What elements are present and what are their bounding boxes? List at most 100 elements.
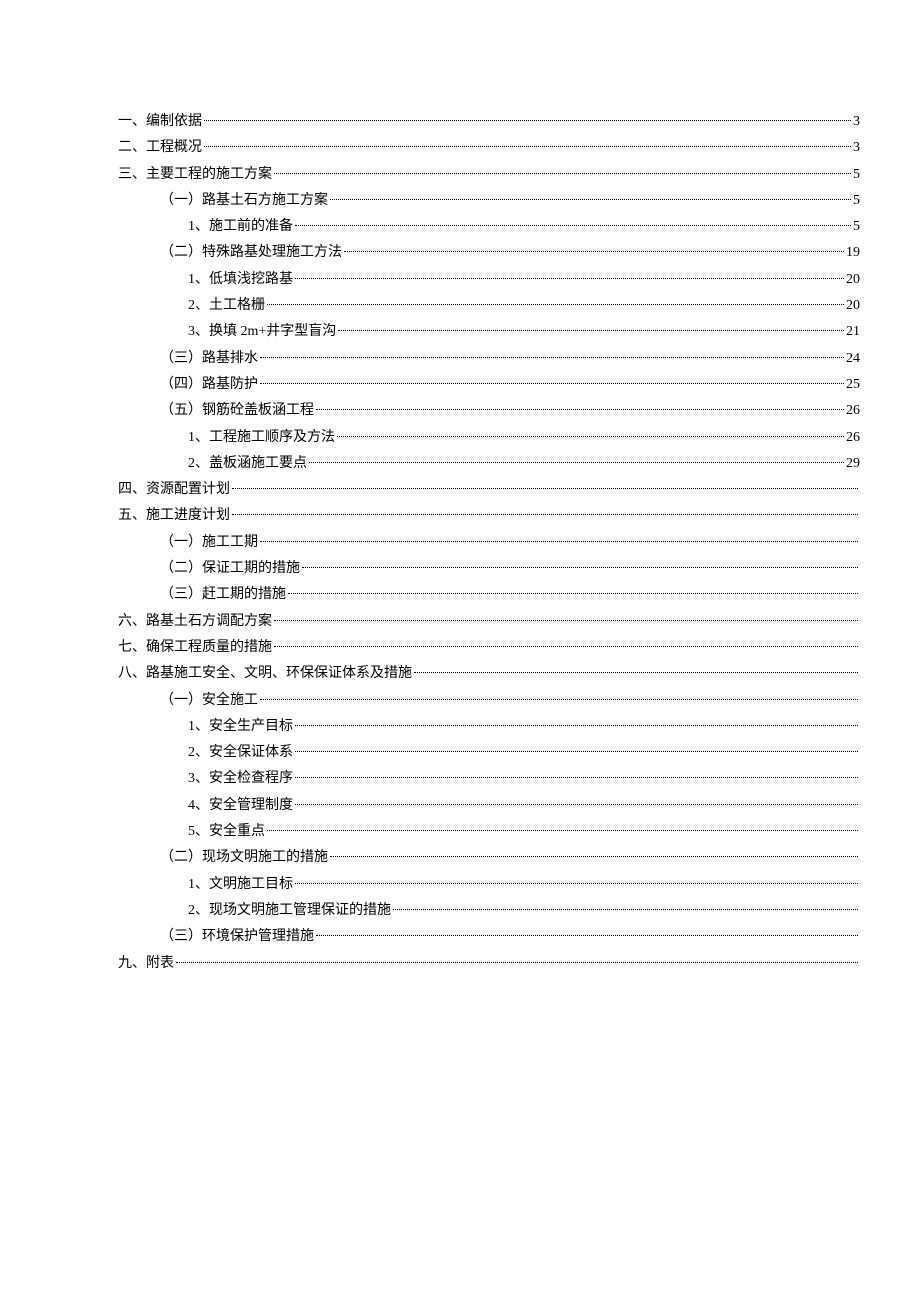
toc-entry-title: 3、换填 2m+井字型盲沟 bbox=[188, 320, 336, 344]
toc-entry[interactable]: 二、工程概况3 bbox=[118, 136, 860, 160]
toc-entry-page: 19 bbox=[846, 241, 860, 265]
toc-leader-dots bbox=[330, 856, 858, 857]
toc-entry-title: （二）特殊路基处理施工方法 bbox=[160, 241, 342, 265]
toc-leader-dots bbox=[274, 646, 858, 647]
toc-leader-dots bbox=[344, 251, 844, 252]
toc-entry-title: （一）施工工期 bbox=[160, 531, 258, 555]
toc-leader-dots bbox=[295, 725, 858, 726]
toc-entry[interactable]: 五、施工进度计划 bbox=[118, 504, 860, 528]
toc-entry-page: 5 bbox=[853, 189, 860, 213]
toc-entry-page: 29 bbox=[846, 452, 860, 476]
toc-entry[interactable]: 1、低填浅挖路基 20 bbox=[118, 268, 860, 292]
toc-entry-page: 25 bbox=[846, 373, 860, 397]
toc-leader-dots bbox=[260, 383, 844, 384]
toc-entry[interactable]: （三）赶工期的措施 bbox=[118, 583, 860, 607]
toc-entry[interactable]: （五）钢筋砼盖板涵工程26 bbox=[118, 399, 860, 423]
toc-entry[interactable]: （二）保证工期的措施 bbox=[118, 557, 860, 581]
toc-entry-title: 4、安全管理制度 bbox=[188, 794, 293, 818]
toc-entry[interactable]: 九、附表 bbox=[118, 952, 860, 976]
toc-entry[interactable]: 2、盖板涵施工要点 29 bbox=[118, 452, 860, 476]
toc-entry-title: 1、文明施工目标 bbox=[188, 873, 293, 897]
toc-leader-dots bbox=[232, 514, 858, 515]
toc-entry[interactable]: 八、路基施工安全、文明、环保保证体系及措施 bbox=[118, 662, 860, 686]
table-of-contents: 一、编制依据3二、工程概况3三、主要工程的施工方案5（一）路基土石方施工方案51… bbox=[118, 110, 860, 975]
toc-entry[interactable]: 5、安全重点 bbox=[118, 820, 860, 844]
toc-entry-title: 5、安全重点 bbox=[188, 820, 265, 844]
toc-leader-dots bbox=[295, 751, 858, 752]
toc-entry-title: 2、盖板涵施工要点 bbox=[188, 452, 307, 476]
toc-leader-dots bbox=[295, 278, 844, 279]
toc-leader-dots bbox=[288, 593, 858, 594]
toc-entry-title: （二）保证工期的措施 bbox=[160, 557, 300, 581]
toc-entry-title: （三）路基排水 bbox=[160, 347, 258, 371]
toc-leader-dots bbox=[232, 488, 858, 489]
toc-entry-page: 20 bbox=[846, 294, 860, 318]
toc-leader-dots bbox=[295, 883, 858, 884]
toc-entry-title: 四、资源配置计划 bbox=[118, 478, 230, 502]
toc-entry[interactable]: （二）特殊路基处理施工方法 19 bbox=[118, 241, 860, 265]
toc-entry[interactable]: 1、施工前的准备5 bbox=[118, 215, 860, 239]
toc-entry-title: 3、安全检查程序 bbox=[188, 767, 293, 791]
toc-leader-dots bbox=[204, 120, 851, 121]
toc-entry-page: 3 bbox=[853, 110, 860, 134]
toc-entry-title: 三、主要工程的施工方案 bbox=[118, 163, 272, 187]
toc-entry-title: 一、编制依据 bbox=[118, 110, 202, 134]
toc-entry[interactable]: 七、确保工程质量的措施 bbox=[118, 636, 860, 660]
toc-entry[interactable]: （二）现场文明施工的措施 bbox=[118, 846, 860, 870]
toc-entry[interactable]: （一）路基土石方施工方案5 bbox=[118, 189, 860, 213]
toc-entry-page: 20 bbox=[846, 268, 860, 292]
toc-leader-dots bbox=[176, 962, 858, 963]
toc-entry-title: 1、施工前的准备 bbox=[188, 215, 293, 239]
toc-entry-page: 26 bbox=[846, 399, 860, 423]
toc-entry[interactable]: 4、安全管理制度 bbox=[118, 794, 860, 818]
toc-leader-dots bbox=[393, 909, 858, 910]
toc-entry-title: 1、低填浅挖路基 bbox=[188, 268, 293, 292]
toc-leader-dots bbox=[309, 462, 844, 463]
toc-entry[interactable]: （三）路基排水 24 bbox=[118, 347, 860, 371]
toc-entry-title: （三）环境保护管理措施 bbox=[160, 925, 314, 949]
toc-entry[interactable]: （三）环境保护管理措施 bbox=[118, 925, 860, 949]
toc-entry-title: 九、附表 bbox=[118, 952, 174, 976]
toc-leader-dots bbox=[204, 146, 851, 147]
toc-entry[interactable]: （一）施工工期 bbox=[118, 531, 860, 555]
toc-entry-title: 2、安全保证体系 bbox=[188, 741, 293, 765]
toc-entry[interactable]: 一、编制依据 3 bbox=[118, 110, 860, 134]
toc-entry[interactable]: 四、资源配置计划 bbox=[118, 478, 860, 502]
toc-entry-page: 26 bbox=[846, 426, 860, 450]
toc-entry[interactable]: 1、工程施工顺序及方法 26 bbox=[118, 426, 860, 450]
toc-entry[interactable]: 三、主要工程的施工方案 5 bbox=[118, 163, 860, 187]
toc-leader-dots bbox=[274, 173, 851, 174]
toc-leader-dots bbox=[295, 777, 858, 778]
toc-leader-dots bbox=[414, 672, 858, 673]
toc-entry[interactable]: 2、现场文明施工管理保证的措施 bbox=[118, 899, 860, 923]
toc-entry-page: 3 bbox=[853, 136, 860, 160]
toc-entry[interactable]: 3、安全检查程序 bbox=[118, 767, 860, 791]
toc-entry-title: 五、施工进度计划 bbox=[118, 504, 230, 528]
toc-entry[interactable]: 2、安全保证体系 bbox=[118, 741, 860, 765]
toc-leader-dots bbox=[330, 199, 851, 200]
toc-entry-title: （一）安全施工 bbox=[160, 689, 258, 713]
toc-leader-dots bbox=[260, 699, 858, 700]
toc-entry-page: 24 bbox=[846, 347, 860, 371]
toc-entry-page: 5 bbox=[853, 163, 860, 187]
toc-entry[interactable]: 六、路基土石方调配方案 bbox=[118, 610, 860, 634]
toc-leader-dots bbox=[267, 304, 844, 305]
toc-leader-dots bbox=[302, 567, 858, 568]
toc-entry-title: （二）现场文明施工的措施 bbox=[160, 846, 328, 870]
toc-entry-title: 1、工程施工顺序及方法 bbox=[188, 426, 335, 450]
toc-leader-dots bbox=[260, 541, 858, 542]
toc-entry-title: 七、确保工程质量的措施 bbox=[118, 636, 272, 660]
toc-entry[interactable]: （一）安全施工 bbox=[118, 689, 860, 713]
toc-entry[interactable]: 1、安全生产目标 bbox=[118, 715, 860, 739]
toc-entry[interactable]: 1、文明施工目标 bbox=[118, 873, 860, 897]
toc-leader-dots bbox=[337, 436, 844, 437]
toc-leader-dots bbox=[295, 225, 851, 226]
toc-entry-title: 1、安全生产目标 bbox=[188, 715, 293, 739]
toc-entry-title: 八、路基施工安全、文明、环保保证体系及措施 bbox=[118, 662, 412, 686]
toc-entry[interactable]: 3、换填 2m+井字型盲沟21 bbox=[118, 320, 860, 344]
toc-leader-dots bbox=[338, 330, 844, 331]
toc-entry[interactable]: （四）路基防护25 bbox=[118, 373, 860, 397]
toc-entry-title: 2、土工格栅 bbox=[188, 294, 265, 318]
toc-entry-title: 六、路基土石方调配方案 bbox=[118, 610, 272, 634]
toc-entry[interactable]: 2、土工格栅 20 bbox=[118, 294, 860, 318]
